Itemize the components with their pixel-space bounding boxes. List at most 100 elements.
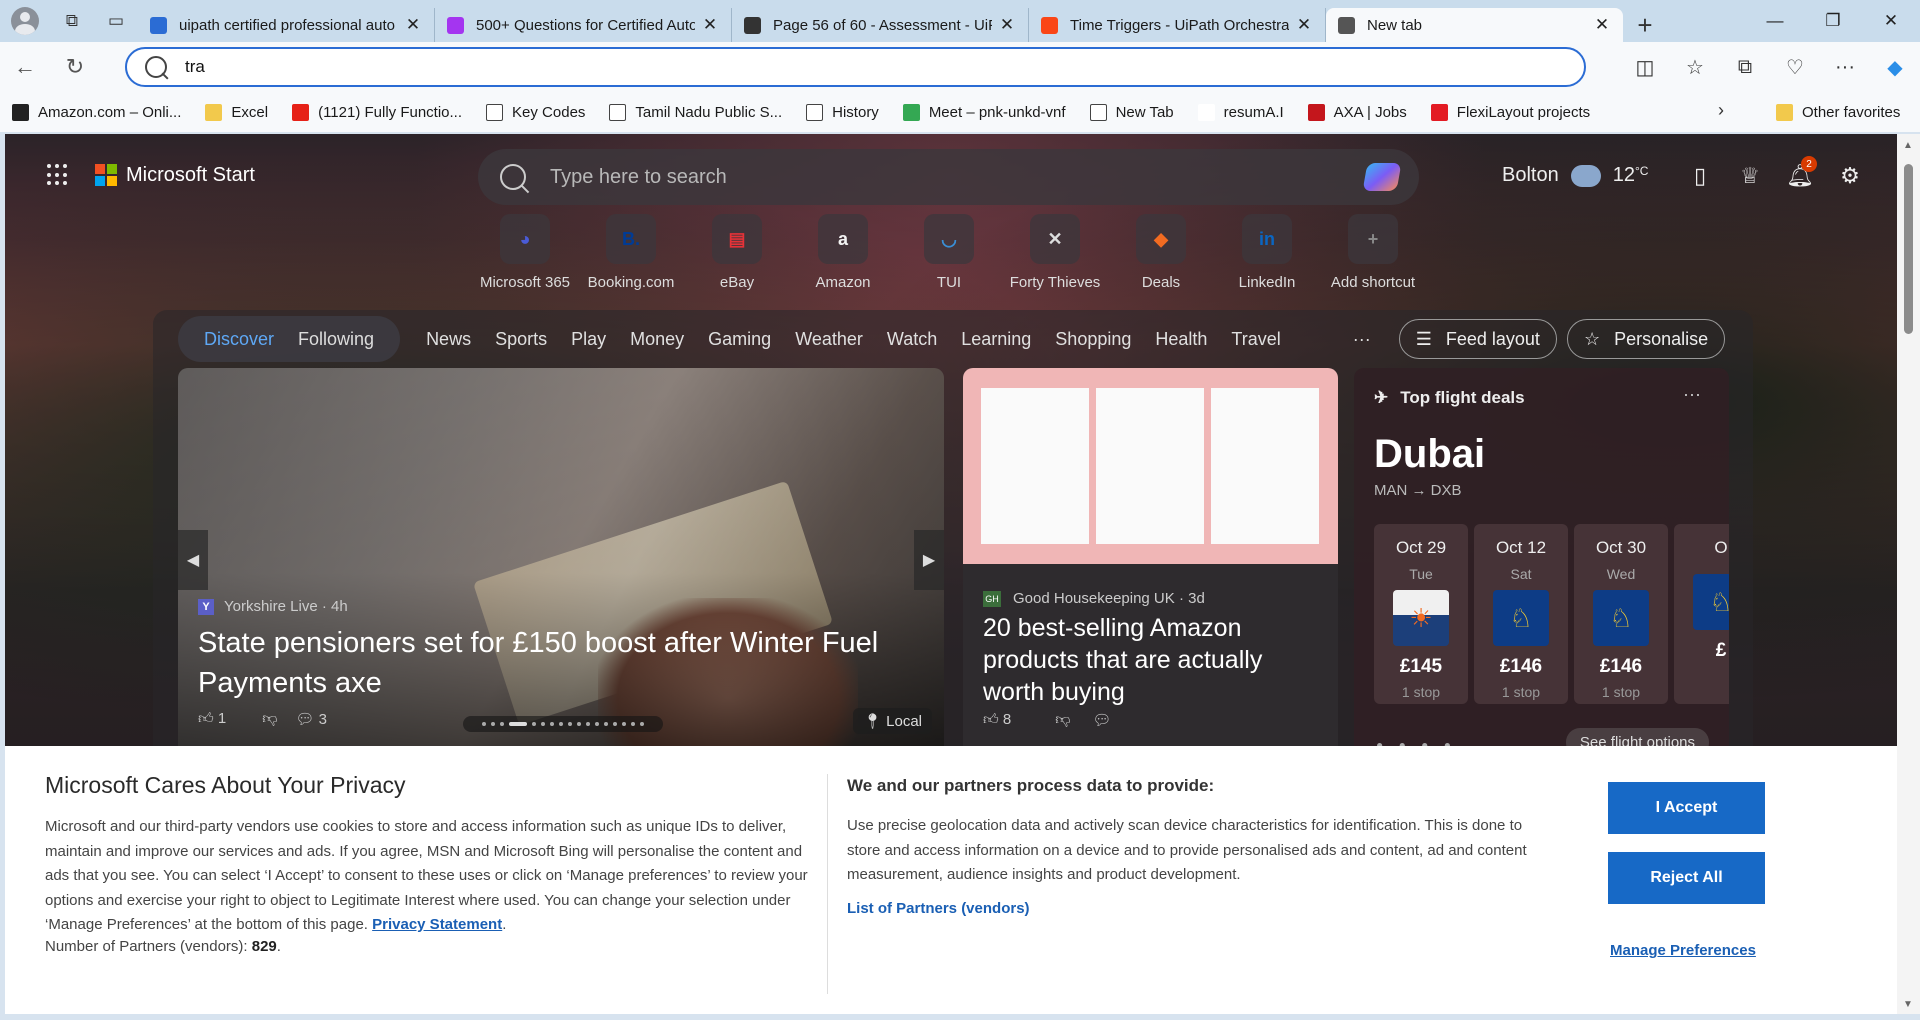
new-tab-button[interactable]: + [1623, 8, 1667, 42]
favorite-link[interactable]: Meet – pnk-unkd-vnf [902, 103, 1066, 121]
dislike-icon[interactable]: 👎︎ [262, 710, 277, 728]
brand-title[interactable]: Microsoft Start [126, 164, 255, 187]
app-launcher-icon[interactable] [47, 164, 69, 186]
nav-link[interactable]: Health [1143, 329, 1219, 350]
nav-link[interactable]: Gaming [696, 329, 783, 350]
browser-tab[interactable]: Page 56 of 60 - Assessment - UiP ✕ [732, 8, 1029, 42]
close-tab-icon[interactable]: ✕ [1295, 15, 1313, 35]
favorite-link[interactable]: FlexiLayout projects [1430, 103, 1590, 121]
privacy-statement-link[interactable]: Privacy Statement [372, 916, 502, 933]
flight-deals-card[interactable]: ✈ Top flight deals ··· Dubai MAN → DXB Oc… [1354, 368, 1729, 778]
back-icon[interactable]: ← [0, 42, 50, 92]
nav-link[interactable]: Weather [783, 329, 875, 350]
tab-following[interactable]: Following [286, 329, 386, 350]
phone-icon[interactable]: ▯ [1675, 156, 1725, 196]
carousel-dots[interactable] [463, 716, 663, 732]
collections-icon[interactable]: ⧉ [1720, 42, 1770, 92]
browser-tab[interactable]: uipath certified professional auto ✕ [138, 8, 435, 42]
settings-menu-icon[interactable]: ··· [1820, 42, 1870, 92]
close-tab-icon[interactable]: ✕ [404, 15, 422, 35]
favorite-link[interactable]: Excel [205, 103, 268, 121]
manage-preferences-link[interactable]: Manage Preferences [1610, 942, 1756, 959]
nav-link[interactable]: Travel [1219, 329, 1292, 350]
favorite-link[interactable]: resumA.I [1197, 103, 1284, 121]
scroll-down-icon[interactable]: ▼ [1903, 999, 1913, 1010]
favorite-link[interactable]: AXA | Jobs [1307, 103, 1407, 121]
list-of-partners-link[interactable]: List of Partners (vendors) [847, 900, 1547, 917]
minimize-icon[interactable]: — [1746, 0, 1804, 42]
browser-essentials-icon[interactable]: ♡ [1770, 42, 1820, 92]
hero-news-card[interactable]: ◀ ▶ Y Yorkshire Live · 4h State pensione… [178, 368, 944, 778]
local-badge[interactable]: 📍︎ Local [852, 708, 932, 734]
nav-link[interactable]: Sports [483, 329, 559, 350]
shortcut-tile[interactable]: + Add shortcut [1320, 214, 1426, 291]
copilot-icon[interactable] [1362, 163, 1402, 191]
favorite-link[interactable]: History [806, 103, 879, 121]
scroll-up-icon[interactable]: ▲ [1903, 140, 1913, 151]
other-favorites[interactable]: Other favorites [1776, 92, 1900, 132]
favorite-link[interactable]: (1121) Fully Functio... [292, 103, 462, 121]
restore-icon[interactable]: ❐ [1804, 0, 1862, 42]
close-tab-icon[interactable]: ✕ [998, 15, 1016, 35]
shortcut-tile[interactable]: ▤ eBay [684, 214, 790, 291]
workspaces-icon[interactable]: ⧉ [50, 0, 94, 42]
shortcut-tile[interactable]: ◡ TUI [896, 214, 1002, 291]
favorite-link[interactable]: New Tab [1089, 103, 1174, 121]
close-tab-icon[interactable]: ✕ [1593, 15, 1611, 35]
dislike-icon[interactable]: 👎︎ [1055, 711, 1070, 729]
carousel-prev-icon[interactable]: ◀ [178, 530, 208, 590]
nav-link[interactable]: Watch [875, 329, 949, 350]
article-card[interactable]: GH Good Housekeeping UK · 3d 20 best-sel… [963, 368, 1338, 778]
nav-link[interactable]: Play [559, 329, 618, 350]
browser-tab[interactable]: Time Triggers - UiPath Orchestrat ✕ [1029, 8, 1326, 42]
more-nav-icon[interactable]: ··· [1353, 329, 1371, 350]
address-input[interactable] [185, 57, 1385, 77]
vertical-tabs-icon[interactable]: ▭ [94, 0, 138, 42]
comment-button[interactable]: 💬︎ 3 [295, 710, 345, 728]
chevron-right-icon[interactable]: › [1718, 100, 1724, 121]
settings-gear-icon[interactable]: ⚙ [1825, 156, 1875, 196]
article-title[interactable]: 20 best-selling Amazon products that are… [983, 612, 1323, 708]
shortcut-tile[interactable]: ◆ Deals [1108, 214, 1214, 291]
shortcut-tile[interactable]: in LinkedIn [1214, 214, 1320, 291]
flight-deal-tile[interactable]: O ♘ £ [1674, 524, 1729, 704]
favorite-link[interactable]: Tamil Nadu Public S... [609, 103, 782, 121]
favorite-link[interactable]: Key Codes [486, 103, 585, 121]
more-options-icon[interactable]: ··· [1683, 384, 1701, 405]
tab-discover[interactable]: Discover [192, 329, 286, 350]
notifications-icon[interactable]: 🔔︎ 2 [1775, 156, 1825, 196]
flight-deal-tile[interactable]: Oct 29 Tue ☀ £145 1 stop [1374, 524, 1468, 704]
feed-layout-button[interactable]: ☰ Feed layout [1398, 319, 1557, 359]
web-search-box[interactable]: Type here to search [478, 149, 1419, 205]
scroll-thumb[interactable] [1904, 164, 1913, 334]
like-button[interactable]: 👍︎ 8 [983, 711, 1033, 729]
shortcut-tile[interactable]: a Amazon [790, 214, 896, 291]
page-scrollbar[interactable]: ▲ ▼ [1897, 134, 1920, 1014]
close-window-icon[interactable]: ✕ [1862, 0, 1920, 42]
flight-deal-tile[interactable]: Oct 30 Wed ♘ £146 1 stop [1574, 524, 1668, 704]
close-tab-icon[interactable]: ✕ [701, 15, 719, 35]
carousel-next-icon[interactable]: ▶ [914, 530, 944, 590]
refresh-icon[interactable]: ↻ [50, 42, 100, 92]
favorites-icon[interactable]: ☆ [1670, 42, 1720, 92]
nav-link[interactable]: Learning [949, 329, 1043, 350]
profile-button[interactable] [0, 0, 50, 42]
nav-link[interactable]: News [414, 329, 483, 350]
weather-widget[interactable]: Bolton 12 °C [1502, 164, 1648, 187]
nav-link[interactable]: Money [618, 329, 696, 350]
rewards-icon[interactable]: ♕ [1725, 156, 1775, 196]
shortcut-tile[interactable]: ◕ Microsoft 365 [472, 214, 578, 291]
nav-link[interactable]: Shopping [1043, 329, 1143, 350]
hero-title[interactable]: State pensioners set for £150 boost afte… [198, 623, 928, 703]
comment-icon[interactable]: 💬︎ [1092, 711, 1111, 729]
browser-tab[interactable]: New tab ✕ [1326, 8, 1623, 42]
shortcut-tile[interactable]: B. Booking.com [578, 214, 684, 291]
shortcut-tile[interactable]: ✕ Forty Thieves [1002, 214, 1108, 291]
address-bar[interactable] [125, 47, 1586, 87]
personalise-button[interactable]: ☆ Personalise [1566, 319, 1726, 359]
reject-all-button[interactable]: Reject All [1608, 852, 1765, 904]
favorite-link[interactable]: Amazon.com – Onli... [12, 103, 181, 121]
copilot-icon[interactable]: ◆ [1870, 42, 1920, 92]
accept-button[interactable]: I Accept [1608, 782, 1765, 834]
flight-deal-tile[interactable]: Oct 12 Sat ♘ £146 1 stop [1474, 524, 1568, 704]
